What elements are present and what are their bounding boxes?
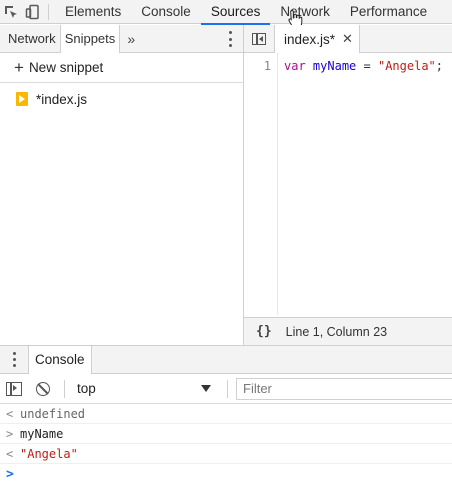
tab-console[interactable]: Console xyxy=(131,0,201,24)
new-snippet-label: New snippet xyxy=(28,60,104,75)
code-operator: = xyxy=(363,59,371,73)
console-message: < undefined xyxy=(0,404,452,424)
device-toolbar-icon[interactable] xyxy=(22,0,44,24)
input-arrow-icon: > xyxy=(6,426,14,441)
inspect-element-icon[interactable] xyxy=(0,0,22,24)
devtools-main-toolbar: Elements Console Sources Network Perform… xyxy=(0,0,452,25)
prompt-chevron-icon: > xyxy=(6,466,14,482)
editor-status-bar: {} Line 1, Column 23 xyxy=(244,317,452,345)
pretty-print-button[interactable]: {} xyxy=(256,324,272,339)
code-string: "Angela" xyxy=(377,59,436,73)
navigator-tab-network[interactable]: Network xyxy=(0,25,60,53)
console-message-text: "Angela" xyxy=(20,446,78,461)
result-arrow-icon: < xyxy=(6,406,14,421)
drawer-tab-bar: Console xyxy=(0,346,452,374)
dropdown-arrow-icon xyxy=(201,385,211,392)
chevron-double-right-icon[interactable]: » xyxy=(120,31,142,47)
snippet-item[interactable]: *index.js xyxy=(0,86,243,112)
console-message-text: myName xyxy=(20,426,64,441)
result-arrow-icon: < xyxy=(6,446,14,461)
sources-editor: index.js* ✕ 1 var myName = "Angela"; {} … xyxy=(244,25,452,345)
tab-sources[interactable]: Sources xyxy=(200,0,271,25)
console-prompt[interactable]: > xyxy=(0,464,452,484)
execution-context-select[interactable]: top xyxy=(73,381,223,396)
console-message: > myName xyxy=(0,424,452,444)
console-filter-input[interactable] xyxy=(236,377,452,400)
console-toolbar: top xyxy=(0,374,452,404)
line-gutter: 1 xyxy=(244,53,278,315)
drawer-tab-console[interactable]: Console xyxy=(28,346,92,374)
tab-performance[interactable]: Performance xyxy=(340,0,437,24)
console-drawer: Console top < undefined > myName < "Ange… xyxy=(0,345,452,489)
more-options-icon[interactable] xyxy=(229,31,233,47)
navigator-tab-snippets[interactable]: Snippets xyxy=(59,25,121,53)
close-icon[interactable]: ✕ xyxy=(342,31,353,47)
editor-tab-index-js[interactable]: index.js* ✕ xyxy=(274,25,360,53)
tab-elements[interactable]: Elements xyxy=(55,0,131,24)
console-message: < "Angela" xyxy=(0,444,452,464)
new-snippet-button[interactable]: + New snippet xyxy=(0,53,243,83)
code-line: var myName = "Angela"; xyxy=(284,59,443,73)
navigator-tab-bar: Network Snippets » xyxy=(0,25,243,53)
editor-tab-bar: index.js* ✕ xyxy=(244,25,452,53)
toolbar-divider xyxy=(48,3,49,20)
line-number: 1 xyxy=(263,59,271,73)
snippet-name: *index.js xyxy=(36,91,88,107)
drawer-menu-icon[interactable] xyxy=(0,346,28,374)
editor-tab-label: index.js* xyxy=(284,31,336,47)
plus-icon: + xyxy=(14,58,24,77)
snippet-file-icon xyxy=(16,92,28,106)
console-message-text: undefined xyxy=(20,406,86,421)
clear-console-icon[interactable] xyxy=(36,381,50,396)
sources-navigator: Network Snippets » + New snippet *index.… xyxy=(0,25,244,345)
cursor-position: Line 1, Column 23 xyxy=(285,324,388,339)
tab-network[interactable]: Network xyxy=(270,0,340,24)
code-keyword: var xyxy=(284,59,306,73)
code-identifier: myName xyxy=(312,59,357,73)
show-sidebar-icon[interactable] xyxy=(6,381,22,396)
toolbar-divider xyxy=(64,379,65,398)
code-terminator: ; xyxy=(435,59,444,73)
toggle-navigator-icon[interactable] xyxy=(244,25,274,53)
code-editor[interactable]: 1 var myName = "Angela"; xyxy=(244,53,452,315)
context-value: top xyxy=(77,381,96,396)
toolbar-divider xyxy=(227,379,228,398)
